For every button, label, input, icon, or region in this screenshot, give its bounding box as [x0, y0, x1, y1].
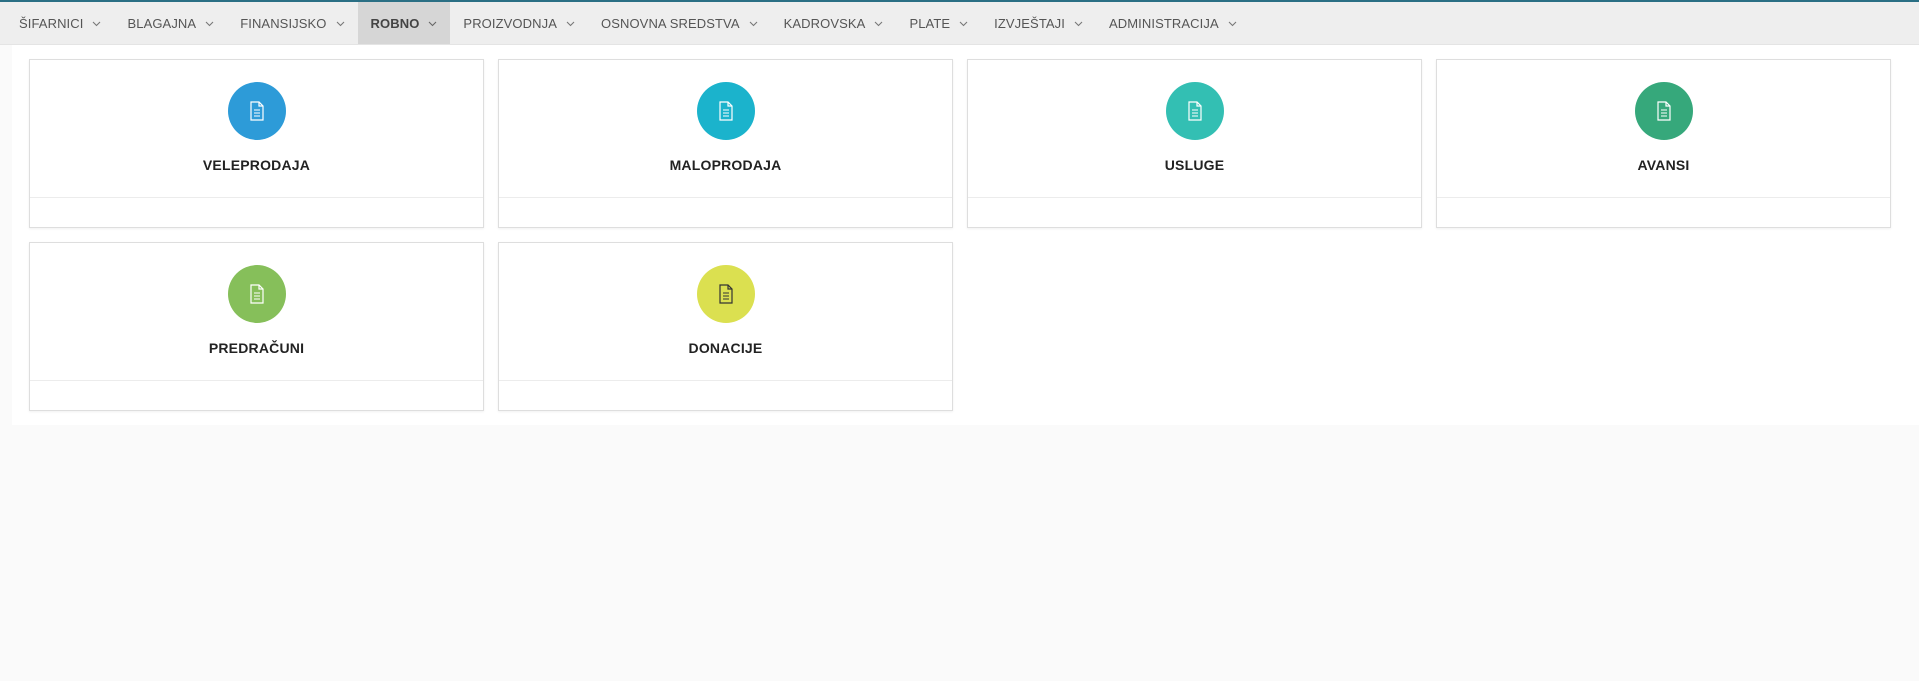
- tile-donacije[interactable]: DONACIJE: [498, 242, 953, 411]
- document-icon: [249, 101, 264, 121]
- nav-item-proizvodnja[interactable]: PROIZVODNJA: [450, 2, 588, 44]
- tile-label: AVANSI: [1637, 157, 1690, 173]
- document-icon: [718, 101, 733, 121]
- tile-label: MALOPRODAJA: [669, 157, 782, 173]
- tile-label: PREDRAČUNI: [208, 340, 305, 356]
- chevron-down-icon: [749, 19, 758, 28]
- nav-item-label: PLATE: [909, 15, 951, 31]
- nav-item-label: BLAGAJNA: [127, 15, 197, 31]
- nav-item-label: FINANSIJSKO: [240, 15, 327, 31]
- chevron-down-icon: [428, 19, 437, 28]
- nav-item-osnovna-sredstva[interactable]: OSNOVNA SREDSTVA: [588, 2, 771, 44]
- tile-footer: [499, 380, 952, 410]
- chevron-down-icon: [566, 19, 575, 28]
- tile-dashboard: VELEPRODAJA MALOPRODAJA USLUGE AVANSI PR…: [12, 45, 1919, 425]
- tile-maloprodaja[interactable]: MALOPRODAJA: [498, 59, 953, 228]
- tile-avansi[interactable]: AVANSI: [1436, 59, 1891, 228]
- main-navbar: ŠIFARNICI BLAGAJNA FINANSIJSKO ROBNO PRO…: [0, 2, 1919, 45]
- tile-icon-circle: [1634, 82, 1693, 140]
- document-icon: [718, 284, 733, 304]
- tile-label: DONACIJE: [688, 340, 763, 356]
- nav-item-finansijsko[interactable]: FINANSIJSKO: [227, 2, 357, 44]
- tile-icon-circle: [696, 82, 755, 140]
- tile-predracuni[interactable]: PREDRAČUNI: [29, 242, 484, 411]
- nav-item-label: PROIZVODNJA: [463, 15, 557, 31]
- tile-icon-circle: [227, 265, 286, 323]
- tile-footer: [499, 197, 952, 227]
- document-icon: [1656, 101, 1671, 121]
- nav-item-label: ROBNO: [370, 15, 420, 31]
- tile-icon-circle: [227, 82, 286, 140]
- chevron-down-icon: [92, 19, 101, 28]
- tile-footer: [1437, 197, 1890, 227]
- tile-footer: [30, 197, 483, 227]
- chevron-down-icon: [1228, 19, 1237, 28]
- nav-item-label: OSNOVNA SREDSTVA: [600, 15, 740, 31]
- nav-item-label: ŠIFARNICI: [19, 15, 84, 31]
- tile-icon-circle: [696, 265, 755, 323]
- nav-item-plate[interactable]: PLATE: [896, 2, 981, 44]
- nav-item-label: ADMINISTRACIJA: [1108, 15, 1219, 31]
- tile-label: VELEPRODAJA: [202, 157, 311, 173]
- tile-veleprodaja[interactable]: VELEPRODAJA: [29, 59, 484, 228]
- chevron-down-icon: [205, 19, 214, 28]
- chevron-down-icon: [874, 19, 883, 28]
- tile-icon-circle: [1165, 82, 1224, 140]
- nav-item-kadrovska[interactable]: KADROVSKA: [771, 2, 897, 44]
- nav-item-robno[interactable]: ROBNO: [357, 2, 451, 44]
- tile-usluge[interactable]: USLUGE: [967, 59, 1422, 228]
- chevron-down-icon: [959, 19, 968, 28]
- nav-item-label: KADROVSKA: [783, 15, 866, 31]
- nav-item-administracija[interactable]: ADMINISTRACIJA: [1096, 2, 1250, 44]
- document-icon: [249, 284, 264, 304]
- tile-footer: [30, 380, 483, 410]
- tile-footer: [968, 197, 1421, 227]
- nav-item-label: IZVJEŠTAJI: [994, 15, 1065, 31]
- nav-item-izvjestaji[interactable]: IZVJEŠTAJI: [981, 2, 1096, 44]
- chevron-down-icon: [336, 19, 345, 28]
- tile-label: USLUGE: [1164, 157, 1225, 173]
- nav-item-blagajna[interactable]: BLAGAJNA: [114, 2, 227, 44]
- chevron-down-icon: [1074, 19, 1083, 28]
- document-icon: [1187, 101, 1202, 121]
- nav-item-sifarnici[interactable]: ŠIFARNICI: [6, 2, 114, 44]
